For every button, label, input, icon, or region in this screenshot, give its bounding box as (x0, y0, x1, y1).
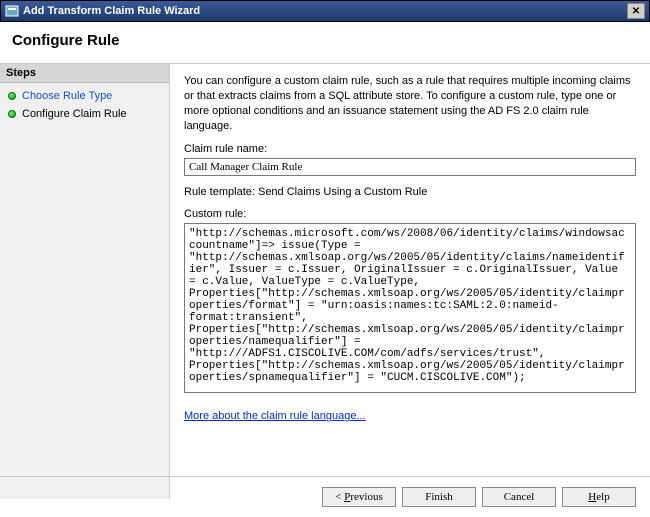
finish-button[interactable]: Finish (402, 487, 476, 507)
page-title: Configure Rule (12, 32, 638, 49)
button-bar: < Previous Finish Cancel Help (322, 487, 636, 507)
window-icon (5, 4, 19, 18)
description-text: You can configure a custom claim rule, s… (184, 74, 636, 133)
close-button[interactable]: ✕ (627, 3, 645, 19)
step-bullet-icon (8, 110, 16, 118)
step-label: Configure Claim Rule (22, 108, 127, 120)
step-bullet-icon (8, 92, 16, 100)
previous-button[interactable]: < Previous (322, 487, 396, 507)
wizard-steps-sidebar: Steps Choose Rule Type Configure Claim R… (0, 64, 170, 499)
rule-name-input[interactable] (184, 158, 636, 176)
footer-separator (0, 476, 650, 477)
rule-template-label: Rule template: Send Claims Using a Custo… (184, 186, 636, 198)
window-title: Add Transform Claim Rule Wizard (23, 5, 627, 17)
claim-rule-language-link[interactable]: More about the claim rule language... (184, 410, 366, 422)
custom-rule-textarea[interactable] (184, 223, 636, 393)
steps-heading: Steps (0, 64, 169, 83)
cancel-button[interactable]: Cancel (482, 487, 556, 507)
main-panel: You can configure a custom claim rule, s… (170, 64, 650, 499)
step-configure-claim-rule[interactable]: Configure Claim Rule (0, 105, 169, 123)
step-label: Choose Rule Type (22, 90, 112, 102)
rule-name-label: Claim rule name: (184, 143, 636, 155)
title-bar: Add Transform Claim Rule Wizard ✕ (0, 0, 650, 22)
custom-rule-label: Custom rule: (184, 208, 636, 220)
step-choose-rule-type[interactable]: Choose Rule Type (0, 87, 169, 105)
page-header: Configure Rule (0, 22, 650, 64)
help-button[interactable]: Help (562, 487, 636, 507)
